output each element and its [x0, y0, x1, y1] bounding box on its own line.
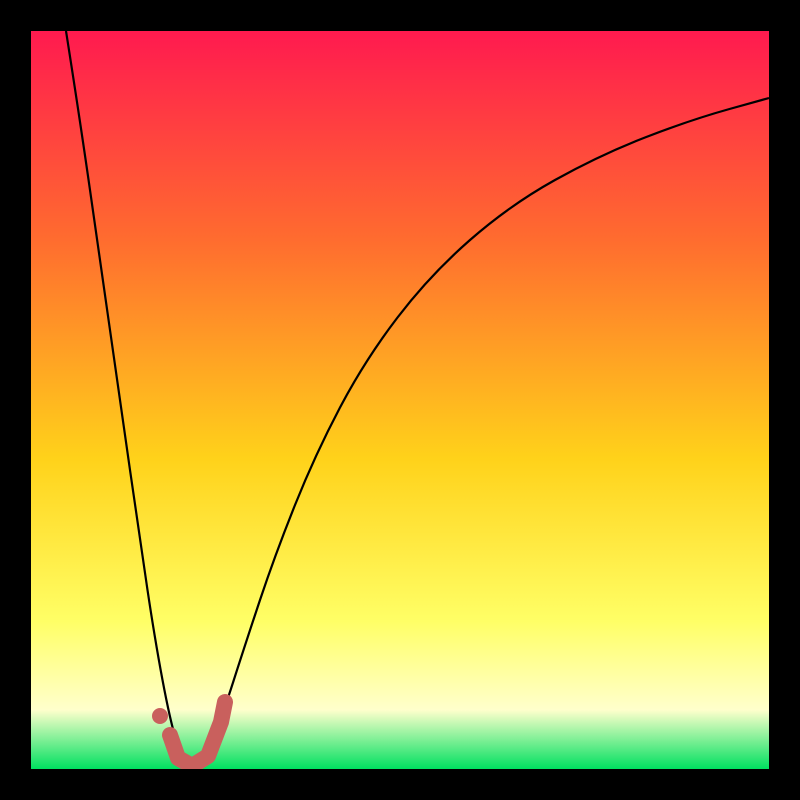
gradient-plot-area: [31, 31, 769, 769]
dot-marker: [152, 708, 168, 724]
chart-svg: [0, 0, 800, 800]
chart-stage: TheBottleneck.com: [0, 0, 800, 800]
